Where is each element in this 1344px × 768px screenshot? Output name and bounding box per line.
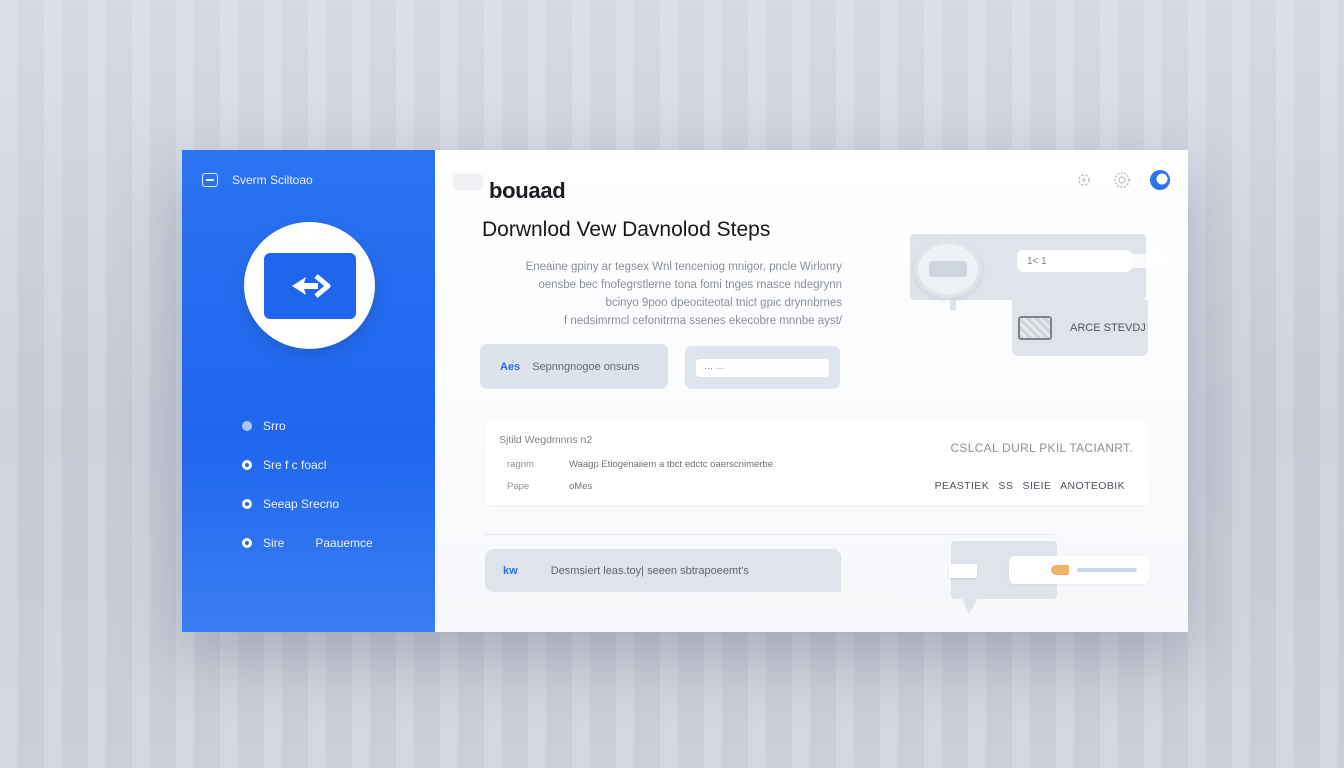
divider (485, 534, 1055, 535)
sidebar-item-label: Srro (263, 419, 286, 433)
orange-tag-icon (1051, 565, 1069, 575)
table-row: Pape oMes (507, 481, 592, 492)
sidebar-item-label: Sire (263, 536, 285, 550)
window-icon[interactable] (202, 173, 218, 187)
button-label: Sepnngnogoe onsuns (532, 360, 640, 373)
hero-avatar (244, 222, 375, 349)
sidebar-item-2[interactable]: Sre f c foacl (242, 455, 373, 475)
device-illustration: 1< 1 ARCE STEVDJ (910, 220, 1168, 360)
page-title: Dorwnlod Vew Davnolod Steps (482, 218, 771, 241)
brand-logo-placeholder (453, 174, 483, 190)
radio-icon (242, 538, 252, 548)
illustration-panel: ARCE STEVDJ (1012, 300, 1148, 356)
bottom-label: Desmsiert leas.toy| seeen sbtrapoeemt's (550, 564, 749, 577)
chip-icon (1018, 316, 1052, 340)
row-value: oMes (569, 481, 593, 492)
sidebar-item-1[interactable]: Srro (242, 416, 373, 436)
sidebar-nav: Srro Sre f c foacl Seeap Srecno Sire Paa… (242, 416, 373, 572)
sidebar-item-label: Sre f c foacl (263, 458, 327, 472)
description-line: f nedsimrmcl cefonitrma ssenes ekecobre … (563, 315, 842, 327)
description-line: Eneaine gpiny ar tegsex Wnl tenceniog mn… (525, 261, 842, 273)
page-description: Eneaine gpiny ar tegsex Wnl tenceniog mn… (482, 258, 842, 330)
settings-icon[interactable] (1072, 170, 1096, 190)
radio-icon (242, 499, 252, 509)
row-key: ragnm (507, 459, 534, 470)
drive-icon (914, 240, 982, 298)
button-tag: Aes (500, 360, 521, 373)
row-value: Waagp Etiogenaiiem a tbct edctc oaerscni… (569, 459, 774, 470)
description-line: oensbe bec fnofegrstlerne tona fomi tnge… (538, 279, 842, 291)
radio-icon (242, 460, 252, 470)
step-dot-icon (242, 421, 252, 431)
app-name: Sverm Sciltoao (232, 173, 313, 187)
app-window: Sverm Sciltoao Srro Sre f c foacl Seeap … (182, 150, 1188, 632)
back-arrow-icon (291, 273, 330, 298)
chat-small-card (949, 564, 977, 578)
sidebar-item-4[interactable]: Sire Paauemce (242, 533, 373, 553)
panel-text: ARCE STEVDJ (1070, 322, 1146, 334)
illustration-pill-shadow (1128, 254, 1168, 268)
back-arrow-tile (263, 252, 356, 319)
sidebar-item-3[interactable]: Seeap Srecno (242, 494, 373, 514)
main-panel: bouaad Dorwnlod Vew Davnolod Steps Eneai… (435, 150, 1188, 632)
text-input[interactable] (696, 358, 829, 377)
bottom-action-bar[interactable]: kw Desmsiert leas.toy| seeen sbtrapoeemt… (485, 549, 841, 592)
gear-icon[interactable] (1110, 170, 1134, 190)
sidebar-item-label: Seeap Srecno (263, 497, 340, 511)
details-title: Sjtild Wegdmnns n2 (499, 434, 593, 446)
input-container (685, 346, 840, 389)
chat-bubble-tail (961, 596, 979, 614)
sidebar: Sverm Sciltoao Srro Sre f c foacl Seeap … (182, 150, 435, 632)
sidebar-item-sublabel: Paauemce (315, 536, 373, 550)
details-right-row: PEASTIEK SS SIEIE ANOTEOBIK (934, 480, 1125, 492)
message-line (1077, 568, 1137, 572)
profile-icon[interactable] (1148, 170, 1172, 190)
table-row: ragnm Waagp Etiogenaiiem a tbct edctc oa… (507, 459, 773, 470)
brand-title: bouaad (489, 178, 566, 203)
illustration-pill: 1< 1 (1017, 250, 1132, 272)
details-card: Sjtild Wegdmnns n2 CSLCAL DURL PKIL TACI… (485, 421, 1149, 505)
top-toolbar (1072, 170, 1172, 190)
row-key: Pape (507, 481, 530, 492)
bottom-tag: kw (503, 564, 518, 577)
primary-action-button[interactable]: Aes Sepnngnogoe onsuns (480, 344, 668, 389)
illustration-stem (950, 300, 956, 310)
chat-message (1009, 556, 1149, 584)
description-line: bcinyo 9poo dpeociteotal tnict gpic dryn… (605, 297, 842, 309)
chat-illustration (937, 538, 1152, 618)
pill-text: 1< 1 (1027, 255, 1047, 267)
app-header: Sverm Sciltoao (202, 173, 313, 187)
details-right-title: CSLCAL DURL PKIL TACIANRT. (950, 441, 1133, 455)
